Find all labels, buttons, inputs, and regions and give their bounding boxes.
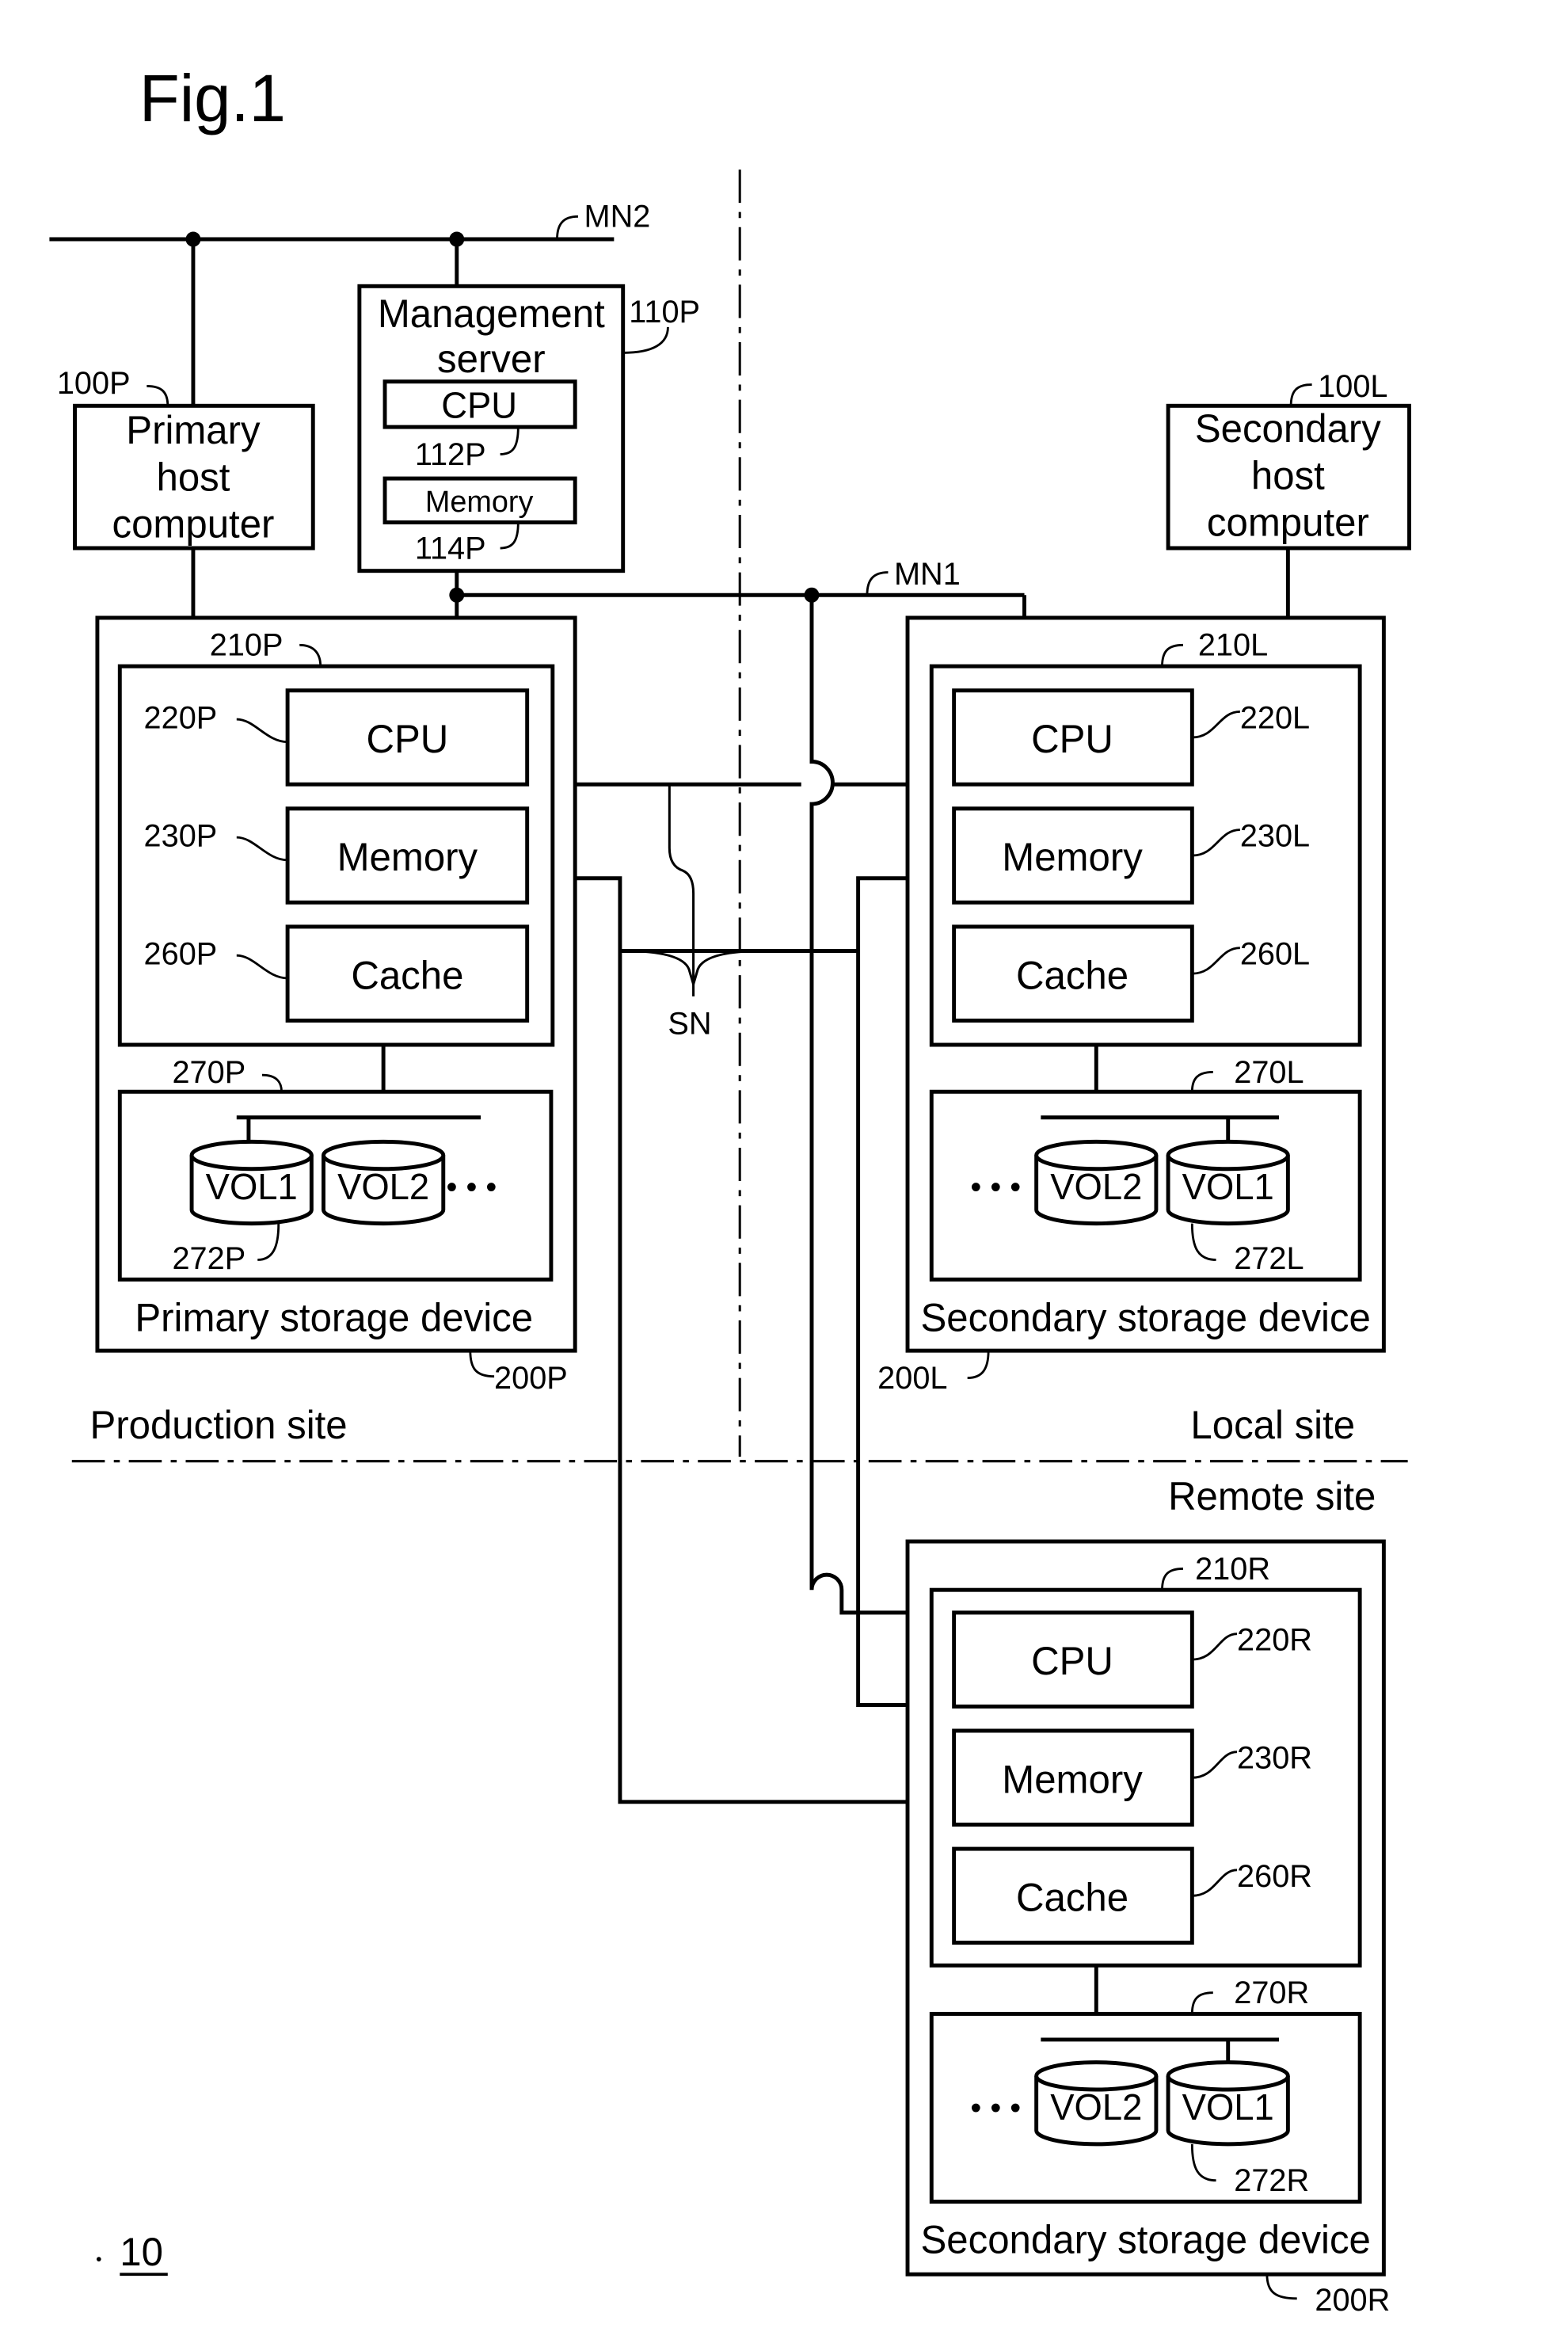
remote-more-volumes: • • • bbox=[970, 2090, 1021, 2125]
svg-text:Memory: Memory bbox=[425, 486, 534, 519]
primary-storage-ref: 200P bbox=[494, 1361, 568, 1396]
primary-more-volumes: • • • bbox=[447, 1170, 497, 1205]
remote-cpu-ref: 220R bbox=[1237, 1622, 1312, 1657]
remote-volume-ref: 272R bbox=[1234, 2163, 1309, 2198]
local-cache-ref: 260L bbox=[1240, 937, 1310, 972]
svg-text:Secondary: Secondary bbox=[1195, 407, 1381, 451]
svg-text:host: host bbox=[1251, 454, 1325, 497]
remote-memory-ref: 230R bbox=[1237, 1741, 1312, 1776]
svg-text:Management: Management bbox=[378, 292, 605, 336]
svg-text:Cache: Cache bbox=[351, 954, 463, 997]
remote-storage-name: Secondary storage device bbox=[921, 2218, 1371, 2261]
local-volume-ref: 272L bbox=[1234, 1241, 1303, 1276]
svg-text:Primary: Primary bbox=[126, 409, 261, 452]
svg-text:CPU: CPU bbox=[1031, 718, 1113, 761]
primary-controller-ref: 210P bbox=[210, 628, 284, 663]
local-secondary-storage-device[interactable]: CPU Memory Cache 220L 230L 260L 210L 270… bbox=[905, 615, 1386, 1353]
management-server-ref: 110P bbox=[629, 295, 700, 330]
svg-text:VOL1: VOL1 bbox=[1182, 1167, 1274, 1207]
local-volume-1[interactable]: VOL1 bbox=[1166, 1139, 1290, 1226]
local-cpu-ref: 220L bbox=[1240, 700, 1310, 735]
local-more-volumes: • • • bbox=[970, 1170, 1021, 1205]
sn-network: SN bbox=[552, 782, 932, 1804]
primary-storage-device[interactable]: CPU Memory Cache 220P 230P 260P 210P 270… bbox=[95, 615, 577, 1353]
svg-text:computer: computer bbox=[112, 502, 275, 546]
management-memory-ref: 114P bbox=[415, 531, 486, 566]
primary-cache-ref: 260P bbox=[144, 937, 218, 972]
primary-cpu-ref: 220P bbox=[144, 700, 218, 735]
primary-memory-ref: 230P bbox=[144, 818, 218, 853]
svg-text:VOL2: VOL2 bbox=[337, 1167, 429, 1207]
secondary-host-ref: 100L bbox=[1318, 369, 1387, 404]
mn2-label: MN2 bbox=[584, 200, 651, 234]
production-site-label: Production site bbox=[89, 1404, 347, 1447]
local-disk-ref: 270L bbox=[1234, 1055, 1303, 1090]
secondary-host-computer[interactable]: Secondary host computer bbox=[1166, 403, 1411, 551]
system-ref: 10 bbox=[120, 2231, 163, 2274]
primary-host-computer[interactable]: Primary host computer bbox=[73, 403, 315, 551]
sn-label: SN bbox=[668, 1006, 711, 1041]
svg-text:VOL1: VOL1 bbox=[1182, 2087, 1274, 2128]
remote-disk-ref: 270R bbox=[1234, 1976, 1309, 2010]
system-diagram: Fig.1 Production site Local site Remote … bbox=[49, 61, 1411, 2318]
svg-text:CPU: CPU bbox=[1031, 1640, 1113, 1683]
management-server[interactable]: Management server CPU 112P Memory 114P bbox=[357, 284, 626, 573]
management-cpu-ref: 112P bbox=[415, 437, 486, 472]
figure-title: Fig.1 bbox=[139, 61, 286, 136]
svg-text:VOL2: VOL2 bbox=[1050, 1167, 1142, 1207]
primary-storage-name: Primary storage device bbox=[135, 1296, 533, 1339]
remote-controller-ref: 210R bbox=[1195, 1552, 1270, 1587]
primary-volume-ref: 272P bbox=[172, 1241, 245, 1276]
svg-text:Cache: Cache bbox=[1016, 1876, 1128, 1919]
local-volume-2[interactable]: VOL2 bbox=[1034, 1139, 1159, 1226]
local-storage-name: Secondary storage device bbox=[921, 1296, 1371, 1339]
primary-host-ref: 100P bbox=[57, 366, 131, 401]
local-controller-ref: 210L bbox=[1198, 628, 1268, 663]
mn1-label: MN1 bbox=[894, 557, 961, 592]
svg-text:computer: computer bbox=[1207, 501, 1369, 544]
svg-text:VOL2: VOL2 bbox=[1050, 2087, 1142, 2128]
svg-text:VOL1: VOL1 bbox=[206, 1167, 298, 1207]
svg-text:Memory: Memory bbox=[1002, 836, 1143, 879]
svg-text:CPU: CPU bbox=[366, 718, 448, 761]
svg-text:Memory: Memory bbox=[1002, 1758, 1143, 1801]
remote-secondary-storage-device[interactable]: CPU Memory Cache 220R 230R 260R 210R 270… bbox=[905, 1539, 1386, 2277]
local-memory-ref: 230L bbox=[1240, 818, 1310, 853]
svg-text:CPU: CPU bbox=[441, 385, 517, 425]
primary-volume-2[interactable]: VOL2 bbox=[322, 1139, 446, 1226]
svg-text:Memory: Memory bbox=[337, 836, 478, 879]
remote-storage-ref: 200R bbox=[1315, 2283, 1390, 2318]
primary-volume-1[interactable]: VOL1 bbox=[189, 1139, 314, 1226]
local-site-label: Local site bbox=[1190, 1404, 1355, 1447]
svg-text:server: server bbox=[437, 337, 546, 381]
remote-cache-ref: 260R bbox=[1237, 1859, 1312, 1894]
local-storage-ref: 200L bbox=[877, 1361, 947, 1396]
remote-volume-2[interactable]: VOL2 bbox=[1034, 2060, 1159, 2147]
primary-disk-ref: 270P bbox=[172, 1055, 245, 1090]
remote-volume-1[interactable]: VOL1 bbox=[1166, 2060, 1290, 2147]
remote-site-label: Remote site bbox=[1168, 1475, 1376, 1518]
svg-text:Cache: Cache bbox=[1016, 954, 1128, 997]
svg-text:host: host bbox=[156, 455, 230, 499]
